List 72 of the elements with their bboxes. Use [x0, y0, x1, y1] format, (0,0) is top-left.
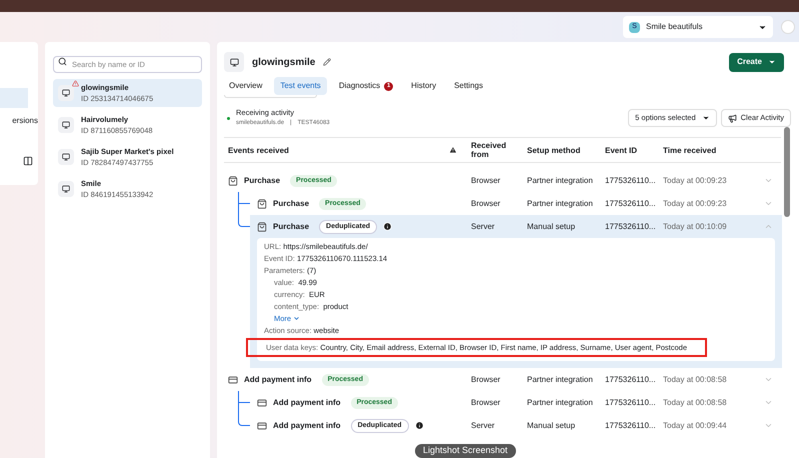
info-icon[interactable] [414, 421, 424, 430]
column-header: Event ID [605, 146, 638, 154]
event-id: 1775326110... [605, 420, 657, 432]
edit-icon[interactable] [323, 58, 332, 66]
received-from: Browser [471, 174, 502, 186]
profile-avatar[interactable] [781, 20, 795, 34]
search-icon [58, 57, 67, 66]
column-header: Setup method [527, 146, 582, 154]
received-from: Browser [471, 374, 502, 386]
event-icon [257, 222, 267, 232]
setup-method: Manual setup [527, 220, 576, 232]
event-id: 1775326110... [605, 396, 657, 408]
event-id: 1775326110... [605, 198, 657, 210]
create-button[interactable]: Create [729, 52, 784, 72]
time-received: Today at 00:09:23 [662, 174, 728, 186]
info-icon[interactable] [382, 222, 392, 231]
expand-icon[interactable] [764, 398, 773, 407]
event-name: Purchase [273, 220, 310, 232]
received-from: Server [471, 420, 496, 432]
column-header: Time received [662, 146, 718, 154]
tab[interactable]: Test events [274, 77, 327, 95]
time-received: Today at 00:08:58 [662, 396, 728, 408]
tab[interactable]: Overview [223, 77, 268, 95]
tab[interactable]: History [405, 77, 442, 95]
time-received: Today at 00:09:23 [662, 198, 728, 210]
nav-item-highlight[interactable] [0, 88, 28, 108]
setup-method: Partner integration [527, 174, 594, 186]
event-icon [257, 198, 267, 208]
event-icon [257, 420, 267, 430]
event-icon [257, 398, 267, 408]
caret-icon [293, 315, 300, 322]
monitor-icon [62, 185, 70, 193]
monitor-icon [62, 153, 70, 161]
nav-item[interactable]: ersions [0, 115, 38, 127]
time-received: Today at 00:10:09 [662, 220, 728, 232]
setup-method: Manual setup [527, 420, 576, 432]
expand-icon[interactable] [764, 421, 773, 430]
received-from: Browser [471, 198, 502, 210]
received-from: Browser [471, 396, 502, 408]
monitor-icon [62, 89, 70, 97]
tooltip: Lightshot Screenshot [415, 444, 516, 458]
caret-icon [768, 58, 776, 66]
expand-icon[interactable] [764, 199, 773, 208]
pixel-avatar [224, 52, 244, 72]
setup-method: Partner integration [527, 396, 594, 408]
event-id: 1775326110... [605, 374, 657, 386]
setup-method: Partner integration [527, 198, 594, 210]
event-name: Purchase [273, 198, 310, 210]
event-name: Add payment info [273, 396, 341, 408]
expand-icon[interactable] [764, 375, 773, 384]
event-id: 1775326110... [605, 220, 657, 232]
column-header: Received from [471, 141, 508, 159]
time-received: Today at 00:09:44 [662, 420, 728, 432]
event-name: Add payment info [244, 374, 312, 386]
event-name: Purchase [244, 174, 280, 186]
event-icon [228, 176, 238, 186]
tab[interactable]: Settings [448, 77, 489, 95]
setup-method: Partner integration [527, 374, 594, 386]
panel-toggle-icon[interactable] [23, 156, 33, 166]
received-from: Server [471, 220, 496, 232]
event-id: 1775326110... [605, 174, 657, 186]
time-received: Today at 00:08:58 [662, 374, 728, 386]
event-name: Add payment info [273, 420, 341, 432]
event-icon [228, 374, 238, 384]
caret-icon [702, 114, 710, 122]
pixel-title: glowingsmile [252, 56, 316, 70]
monitor-icon [62, 121, 70, 129]
collapse-icon[interactable] [764, 222, 773, 231]
column-header: Events received [228, 146, 289, 154]
warning-icon [449, 146, 457, 154]
megaphone-icon [728, 114, 737, 122]
expand-icon[interactable] [764, 176, 773, 185]
